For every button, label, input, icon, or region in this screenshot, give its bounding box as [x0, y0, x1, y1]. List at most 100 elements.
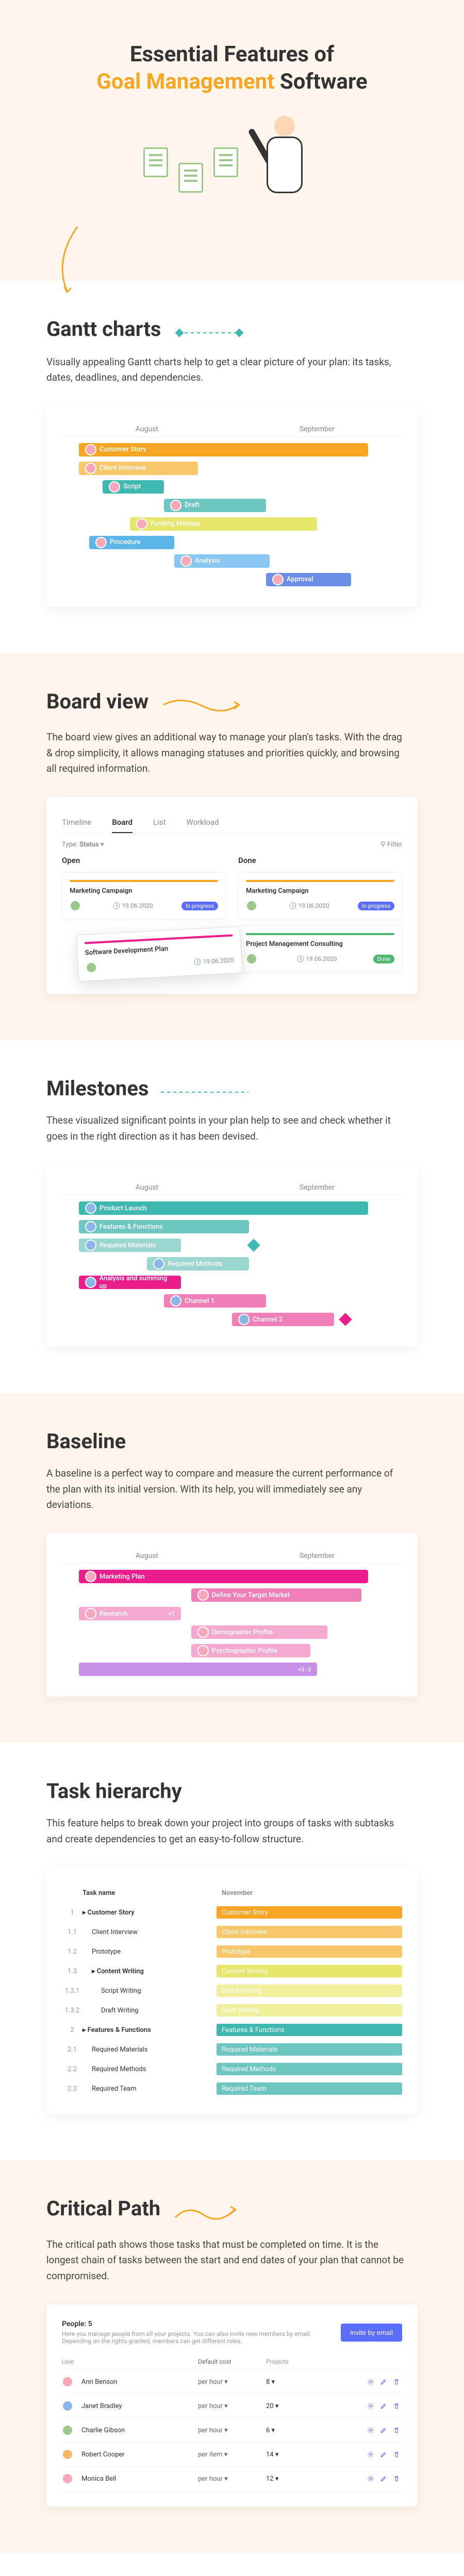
table-row[interactable]: 2.3Required TeamRequired Team — [62, 2079, 402, 2098]
table-row[interactable]: 1.3.1Script WritingScript Writing — [62, 1981, 402, 2001]
board-column-done: Done Marketing Campaign🕓 19.06.2020In pr… — [238, 856, 402, 978]
cost-cell[interactable]: per hour ▾ — [198, 2427, 266, 2434]
row-number: 1.3.2 — [62, 2007, 82, 2014]
gantt-bar[interactable]: Channel 1 — [164, 1294, 266, 1308]
gantt-row: Required Methods — [62, 1257, 402, 1276]
edit-icon[interactable] — [380, 2378, 387, 2385]
projects-cell[interactable]: 20 ▾ — [266, 2402, 334, 2410]
cost-cell[interactable]: per item ▾ — [198, 2451, 266, 2459]
gantt-bar[interactable]: Required Methods — [147, 1257, 249, 1270]
row-number: 2.1 — [62, 2046, 82, 2054]
table-row[interactable]: 2▸ Features & FunctionsFeatures & Functi… — [62, 2020, 402, 2040]
delete-icon[interactable] — [393, 2427, 400, 2434]
edit-icon[interactable] — [380, 2427, 387, 2434]
cost-cell[interactable]: per hour ▾ — [198, 2402, 266, 2410]
section-title: Board view — [46, 689, 148, 714]
card-meta: 🕓 19.06.2020 — [86, 955, 235, 974]
task-name: Script Writing — [82, 1987, 217, 1995]
section-critical-path: Critical Path The critical path shows th… — [0, 2160, 464, 2553]
task-card[interactable]: Project Management Consulting🕓 19.06.202… — [238, 925, 402, 972]
avatar — [109, 481, 120, 493]
table-row[interactable]: 1.1Client InterviewClient Interview — [62, 1922, 402, 1942]
gantt-row: Required Materials — [62, 1239, 402, 1257]
table-row[interactable]: 1.2PrototypePrototype — [62, 1942, 402, 1961]
task-card[interactable]: Marketing Campaign🕓 19.06.2020In progres… — [62, 872, 226, 919]
invite-button[interactable]: Invite by email — [341, 2324, 402, 2342]
gantt-bar[interactable]: +3 -3 — [79, 1663, 317, 1676]
gantt-bar[interactable]: Product Launch — [79, 1201, 368, 1215]
gantt-bar[interactable]: Script — [103, 480, 164, 494]
gantt-bar[interactable]: Research +1 — [79, 1607, 181, 1620]
section-lead: The board view gives an additional way t… — [46, 730, 407, 776]
task-name: Required Materials — [82, 2046, 217, 2054]
card-meta: 🕓 19.06.2020In progress — [70, 900, 218, 911]
gantt-bar[interactable]: Client Interview — [79, 462, 198, 475]
actions-cell — [334, 2378, 402, 2386]
delete-icon[interactable] — [393, 2451, 400, 2458]
gear-icon[interactable] — [367, 2402, 374, 2410]
task-card[interactable]: Software Development Plan🕓 19.06.2020 — [76, 926, 242, 982]
table-row[interactable]: 2.1Required MaterialsRequired Materials — [62, 2040, 402, 2059]
delete-icon[interactable] — [393, 2402, 400, 2410]
gantt-bar[interactable]: Define Your Target Market — [191, 1588, 361, 1602]
hero-illustration — [46, 116, 418, 209]
gantt-bar[interactable]: Customer Story — [79, 443, 368, 456]
projects-cell[interactable]: 6 ▾ — [266, 2427, 334, 2434]
avatar — [85, 1571, 96, 1582]
gantt-bar[interactable]: Draft — [164, 499, 266, 512]
gear-icon[interactable] — [367, 2427, 374, 2434]
card-date: 🕓 19.06.2020 — [296, 955, 337, 962]
table-row[interactable]: 2.2Required MethodsRequired Methods — [62, 2059, 402, 2079]
gantt-bar[interactable]: Features & Functions — [79, 1220, 249, 1233]
cost-cell[interactable]: per hour ▾ — [198, 2378, 266, 2386]
task-card[interactable]: Marketing Campaign🕓 19.06.2020In progres… — [238, 872, 402, 919]
gantt-bar[interactable]: Procedure — [89, 536, 174, 549]
table-row[interactable]: 1.3.2Draft WritingDraft Writing — [62, 2001, 402, 2020]
filter-button[interactable]: ⚲ Filter — [380, 841, 402, 849]
projects-cell[interactable]: 8 ▾ — [266, 2378, 334, 2386]
section-lead: The critical path shows those tasks that… — [46, 2237, 407, 2284]
delete-icon[interactable] — [393, 2378, 400, 2385]
hero: Essential Features of Goal Management So… — [0, 0, 464, 281]
tab-list[interactable]: List — [153, 812, 165, 833]
edit-icon[interactable] — [380, 2475, 387, 2482]
tab-board[interactable]: Board — [112, 812, 132, 833]
gantt-bar[interactable]: Analysis — [174, 554, 270, 568]
row-number: 1.1 — [62, 1928, 82, 1936]
edit-icon[interactable] — [380, 2451, 387, 2458]
cost-cell[interactable]: per hour ▾ — [198, 2475, 266, 2483]
gear-icon[interactable] — [367, 2451, 374, 2458]
edit-icon[interactable] — [380, 2402, 387, 2410]
task-name: Prototype — [82, 1948, 217, 1956]
tab-timeline[interactable]: Timeline — [62, 812, 91, 833]
bar-label: Funding Manage — [151, 520, 201, 528]
section-title: Baseline — [46, 1429, 126, 1453]
gantt-row: +3 -3 — [62, 1663, 402, 1681]
gantt-bar[interactable]: Funding Manage — [130, 517, 317, 531]
gantt-row: Psychographic Profile — [62, 1644, 402, 1663]
gantt-bar[interactable]: Psychographic Profile — [191, 1644, 310, 1657]
table-row[interactable]: 1▸ Customer StoryCustomer Story — [62, 1903, 402, 1922]
projects-cell[interactable]: 14 ▾ — [266, 2451, 334, 2459]
projects-cell[interactable]: 12 ▾ — [266, 2475, 334, 2483]
card-meta: 🕓 19.06.2020In progress — [246, 900, 394, 911]
gear-icon[interactable] — [367, 2475, 374, 2482]
table-row[interactable]: 1.3▸ Content WritingContent Writing — [62, 1961, 402, 1981]
gantt-bar[interactable]: Analysis and summing up — [79, 1276, 181, 1289]
gantt-bar[interactable]: Required Materials — [79, 1239, 181, 1252]
delete-icon[interactable] — [393, 2475, 400, 2482]
gantt-bar[interactable]: Marketing Plan — [79, 1570, 368, 1583]
tab-workload[interactable]: Workload — [186, 812, 219, 833]
avatar — [62, 2376, 73, 2387]
card-date: 🕓 19.06.2020 — [289, 902, 329, 909]
gantt-bar[interactable]: Channel 2 — [232, 1313, 334, 1326]
user-name: Robert Cooper — [81, 2451, 125, 2459]
gantt-bar[interactable]: Demographic Profile — [191, 1625, 327, 1639]
gantt-row: Product Launch — [62, 1201, 402, 1220]
status-badge: Done — [373, 955, 394, 963]
bar-label: Features & Functions — [100, 1223, 163, 1231]
gear-icon[interactable] — [367, 2378, 374, 2385]
gantt-bar[interactable]: Approval — [266, 573, 351, 586]
bar-label: Channel 1 — [185, 1297, 214, 1305]
task-bar: Customer Story — [217, 1906, 402, 1919]
